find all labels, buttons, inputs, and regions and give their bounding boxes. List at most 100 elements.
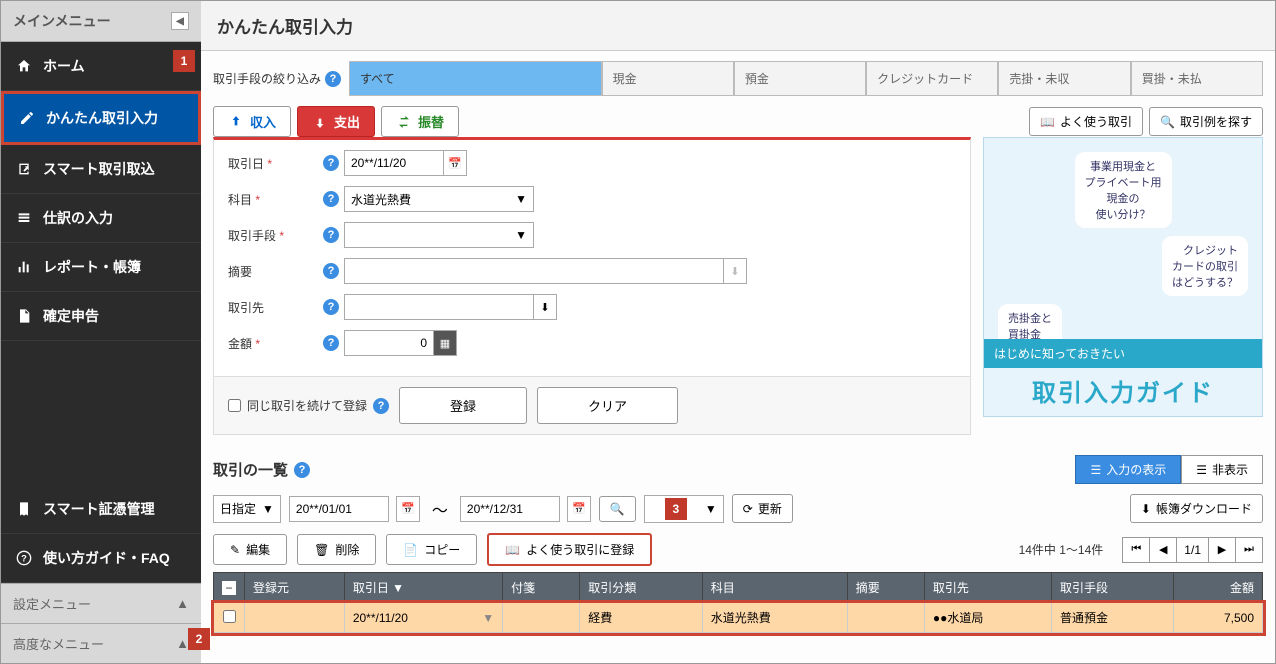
sidebar-advanced-menu[interactable]: 高度なメニュー ▲ [1, 623, 201, 663]
help-icon[interactable]: ? [323, 227, 339, 243]
dropdown-icon[interactable]: ⬇ [723, 258, 747, 284]
pager-last[interactable]: ⏭ [1235, 537, 1263, 563]
list-icon: ☰ [1196, 463, 1207, 477]
continue-checkbox-label[interactable]: 同じ取引を続けて登録 ? [228, 397, 389, 414]
register-frequent-button[interactable]: 📖よく使う取引に登録 [487, 533, 652, 566]
refresh-icon: ⟳ [743, 502, 753, 516]
cell-partner: ●●水道局 [924, 603, 1051, 633]
chart-icon [15, 258, 33, 276]
tab-expense[interactable]: 支出 [297, 106, 375, 137]
transactions-table: − 登録元 取引日 ▼ 付箋 取引分類 科目 摘要 取引先 取引手段 金額 [213, 572, 1263, 633]
filter-tab-cash[interactable]: 現金 [602, 61, 734, 96]
calendar-icon[interactable]: 📅 [567, 496, 591, 522]
edit-button[interactable]: ✎編集 [213, 534, 287, 565]
account-label: 科目 * [228, 191, 318, 208]
delete-button[interactable]: 🗑削除 [297, 534, 376, 565]
th-partner[interactable]: 取引先 [924, 573, 1051, 603]
dropdown-icon[interactable]: ⬇ [533, 294, 557, 320]
tab-transfer[interactable]: 振替 [381, 106, 459, 137]
th-date[interactable]: 取引日 ▼ [344, 573, 502, 603]
sidebar-item-guide-faq[interactable]: ? 使い方ガイド・FAQ [1, 534, 201, 583]
filter-tab-all[interactable]: すべて [349, 61, 602, 96]
content: 取引手段の絞り込み ? すべて 現金 預金 クレジットカード 売掛・未収 買掛・… [201, 51, 1275, 663]
method-select[interactable]: ▼ [344, 222, 534, 248]
copy-button[interactable]: 📄コピー [386, 534, 477, 565]
cell-amount: 7,500 [1174, 603, 1263, 633]
calendar-icon[interactable]: 📅 [443, 150, 467, 176]
date-mode-select[interactable]: 日指定 ▼ [213, 495, 281, 523]
th-category[interactable]: 取引分類 [580, 573, 702, 603]
sidebar-item-home[interactable]: ホーム 1 [1, 42, 201, 91]
search-examples-button[interactable]: 🔍 取引例を探す [1149, 107, 1263, 136]
filter-tab-deposit[interactable]: 預金 [734, 61, 866, 96]
frequent-transactions-button[interactable]: 📖 よく使う取引 [1029, 107, 1143, 136]
help-icon[interactable]: ? [323, 263, 339, 279]
sidebar-item-easy-entry[interactable]: かんたん取引入力 [1, 91, 201, 145]
sidebar-item-label: 使い方ガイド・FAQ [43, 548, 170, 568]
filter-tab-payable[interactable]: 買掛・未払 [1131, 61, 1263, 96]
import-icon [15, 160, 33, 178]
register-button[interactable]: 登録 [399, 387, 527, 424]
sidebar-item-tax[interactable]: 確定申告 [1, 292, 201, 341]
sidebar-collapse-button[interactable]: ◀ [171, 12, 189, 30]
row-checkbox[interactable] [223, 610, 236, 623]
pencil-icon: ✎ [230, 543, 240, 557]
refresh-button[interactable]: ⟳ 更新 [732, 494, 793, 523]
help-icon[interactable]: ? [294, 462, 310, 478]
show-input-toggle[interactable]: ☰入力の表示 [1075, 455, 1181, 484]
help-icon[interactable]: ? [323, 155, 339, 171]
help-icon[interactable]: ? [323, 335, 339, 351]
partner-input[interactable] [344, 294, 534, 320]
th-tag[interactable]: 付箋 [503, 573, 580, 603]
book-icon: 📖 [1040, 115, 1055, 129]
cell-date: 20**/11/20 ▼ [344, 603, 502, 633]
hide-toggle[interactable]: ☰非表示 [1181, 455, 1263, 484]
th-source[interactable]: 登録元 [245, 573, 345, 603]
filter-tab-credit[interactable]: クレジットカード [866, 61, 998, 96]
date-label: 取引日 * [228, 155, 318, 172]
th-account[interactable]: 科目 [702, 573, 847, 603]
help-icon[interactable]: ? [323, 299, 339, 315]
download-button[interactable]: ⬇帳簿ダウンロード [1130, 494, 1263, 523]
calculator-icon[interactable]: ▦ [433, 330, 457, 356]
th-method[interactable]: 取引手段 [1052, 573, 1174, 603]
th-summary[interactable]: 摘要 [847, 573, 924, 603]
page-title: かんたん取引入力 [201, 1, 1275, 51]
partner-label: 取引先 [228, 299, 318, 316]
th-check[interactable]: − [214, 573, 245, 603]
amount-input[interactable] [344, 330, 434, 356]
date-input[interactable] [344, 150, 444, 176]
search-button[interactable]: 🔍 [599, 496, 636, 522]
pager-first[interactable]: ⏮ [1122, 537, 1150, 563]
calendar-icon[interactable]: 📅 [396, 496, 420, 522]
th-amount[interactable]: 金額 [1174, 573, 1263, 603]
sidebar-item-label: 確定申告 [43, 306, 99, 326]
table-row[interactable]: 20**/11/20 ▼ 経費 水道光熱費 ●●水道局 普通預金 7,500 [214, 603, 1263, 633]
cell-method: 普通預金 [1052, 603, 1174, 633]
filter-tab-receivable[interactable]: 売掛・未収 [998, 61, 1130, 96]
list-section: 取引の一覧 ? ☰入力の表示 ☰非表示 日指定 ▼ 📅 ～ 📅 🔍 [213, 455, 1263, 633]
pager-next[interactable]: ▶ [1208, 537, 1236, 563]
date-to-input[interactable] [460, 496, 560, 522]
book-icon: 📖 [505, 543, 520, 557]
sidebar-settings-menu[interactable]: 設定メニュー ▲ [1, 583, 201, 623]
account-select[interactable]: 水道光熱費▼ [344, 186, 534, 212]
promo-panel[interactable]: 事業用現金と プライベート用 現金の 使い分け？ クレジット カードの取引 はど… [983, 137, 1263, 417]
help-icon[interactable]: ? [373, 398, 389, 414]
filter-select[interactable]: 絞り込み ▼ 3 [644, 495, 724, 523]
tab-income[interactable]: 収入 [213, 106, 291, 137]
help-icon[interactable]: ? [325, 71, 341, 87]
continue-checkbox[interactable] [228, 399, 241, 412]
date-from-input[interactable] [289, 496, 389, 522]
help-icon[interactable]: ? [323, 191, 339, 207]
help-icon: ? [15, 549, 33, 567]
sidebar-item-reports[interactable]: レポート・帳簿 [1, 243, 201, 292]
cell-category: 経費 [580, 603, 702, 633]
clear-button[interactable]: クリア [537, 387, 678, 424]
sidebar-item-receipt-mgmt[interactable]: スマート証憑管理 [1, 485, 201, 534]
sidebar-item-smart-import[interactable]: スマート取引取込 [1, 145, 201, 194]
summary-input[interactable] [344, 258, 724, 284]
sidebar-item-journal[interactable]: 仕訳の入力 [1, 194, 201, 243]
pager-prev[interactable]: ◀ [1149, 537, 1177, 563]
sidebar: メインメニュー ◀ ホーム 1 かんたん取引入力 スマート取引取込 仕訳の入力 … [1, 1, 201, 663]
